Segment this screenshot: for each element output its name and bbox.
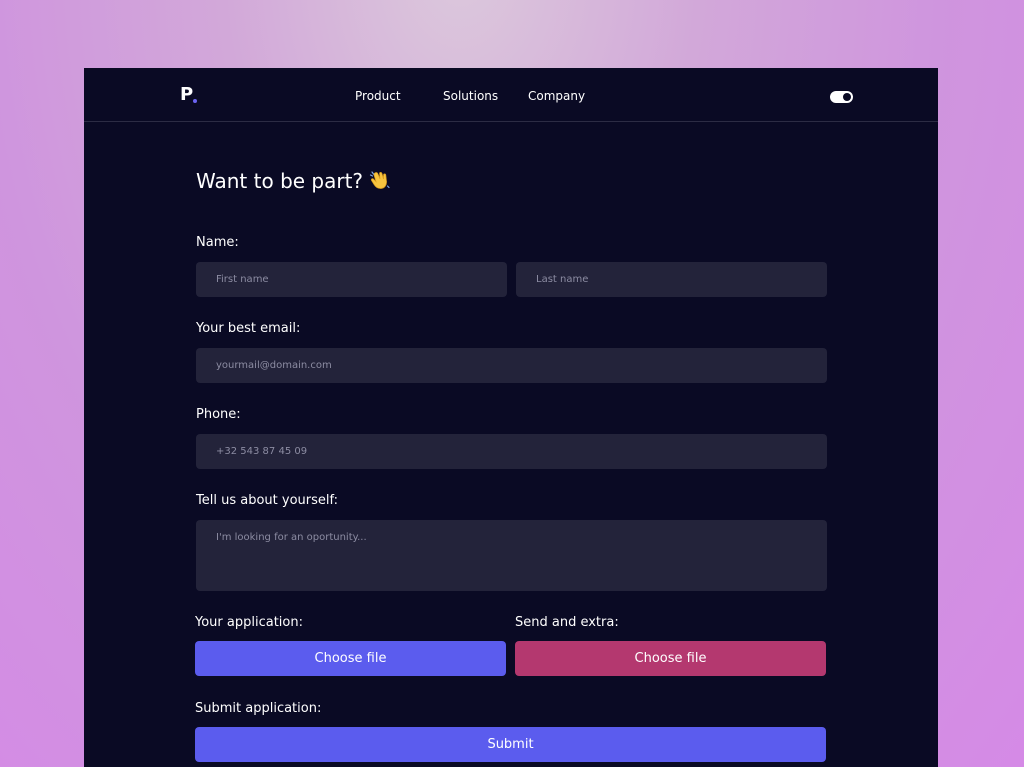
application-label: Your application: [195, 615, 303, 630]
nav-link-product[interactable]: Product [355, 88, 401, 104]
submit-label: Submit application: [195, 701, 322, 716]
toggle-knob [843, 93, 851, 101]
name-label: Name: [196, 235, 239, 250]
top-navbar: P Product Solutions Company [84, 68, 938, 122]
last-name-input[interactable]: Last name [516, 262, 827, 297]
page-title-text: Want to be part? [196, 169, 364, 193]
extra-choose-file-button[interactable]: Choose file [515, 641, 826, 676]
nav-link-company[interactable]: Company [528, 88, 585, 104]
logo[interactable]: P [180, 84, 193, 106]
about-label: Tell us about yourself: [196, 493, 338, 508]
logo-dot-icon [193, 99, 197, 103]
nav-link-solutions[interactable]: Solutions [443, 88, 498, 104]
about-textarea[interactable]: I'm looking for an oportunity... [196, 520, 827, 591]
first-name-input[interactable]: First name [196, 262, 507, 297]
phone-input[interactable]: +32 543 87 45 09 [196, 434, 827, 469]
theme-toggle[interactable] [830, 91, 853, 103]
waving-hand-icon [369, 169, 391, 191]
phone-label: Phone: [196, 407, 241, 422]
email-input[interactable]: yourmail@domain.com [196, 348, 827, 383]
application-choose-file-button[interactable]: Choose file [195, 641, 506, 676]
submit-button[interactable]: Submit [195, 727, 826, 762]
email-label: Your best email: [196, 321, 301, 336]
app-window: P Product Solutions Company Want to be p… [84, 68, 938, 767]
extra-label: Send and extra: [515, 615, 619, 630]
page-title: Want to be part? [196, 168, 391, 194]
